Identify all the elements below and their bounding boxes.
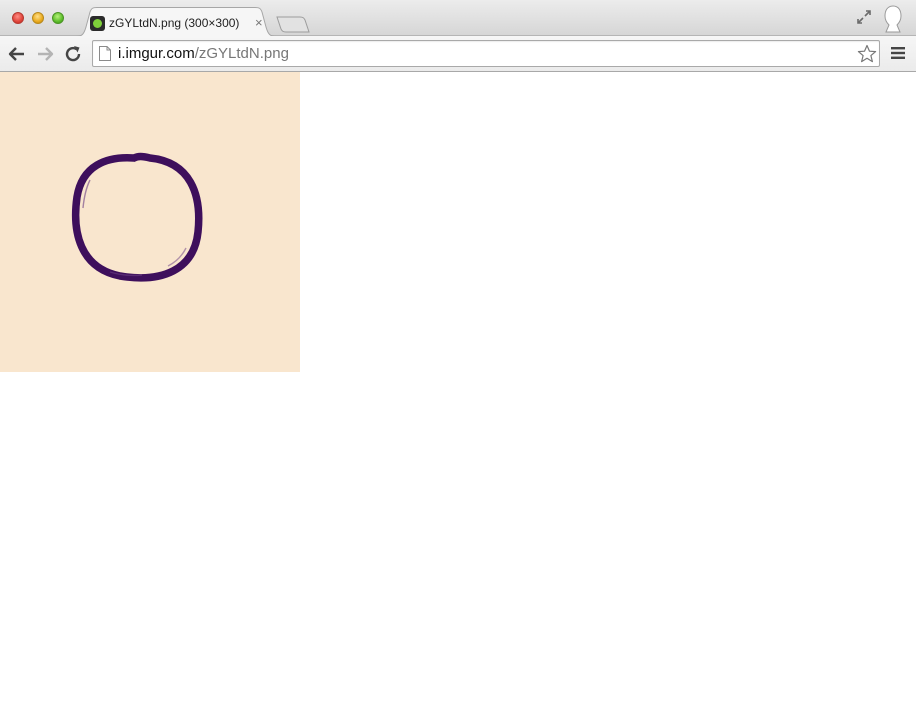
hamburger-menu-icon[interactable] (891, 46, 905, 60)
tab-close-icon[interactable]: × (255, 15, 263, 30)
back-button[interactable] (8, 45, 26, 63)
image-view[interactable] (0, 72, 300, 372)
tab-title: zGYLtdN.png (300×300) (109, 16, 240, 30)
close-window-button[interactable] (12, 12, 24, 24)
browser-window: zGYLtdN.png (300×300) × i.imgur.com/zGYL… (0, 0, 916, 707)
url-host: i.imgur.com (118, 45, 195, 62)
active-tab[interactable]: zGYLtdN.png (300×300) × (76, 7, 276, 37)
new-tab-button[interactable] (276, 16, 310, 34)
url-path: /zGYLtdN.png (194, 45, 289, 62)
profile-avatar-icon[interactable] (881, 4, 905, 34)
title-bar: zGYLtdN.png (300×300) × (0, 0, 916, 37)
reload-button[interactable] (64, 45, 82, 63)
url-text[interactable]: i.imgur.com/zGYLtdN.png (118, 45, 289, 63)
minimize-window-button[interactable] (32, 12, 44, 24)
browser-toolbar: i.imgur.com/zGYLtdN.png (0, 36, 916, 72)
page-content (0, 72, 916, 707)
imgur-favicon-icon (90, 16, 105, 31)
forward-button[interactable] (36, 45, 54, 63)
purple-circle-drawing (71, 152, 203, 282)
star-icon[interactable] (857, 44, 877, 64)
fullscreen-icon[interactable] (856, 9, 872, 25)
page-icon (99, 46, 111, 61)
zoom-window-button[interactable] (52, 12, 64, 24)
address-bar[interactable]: i.imgur.com/zGYLtdN.png (92, 40, 880, 67)
